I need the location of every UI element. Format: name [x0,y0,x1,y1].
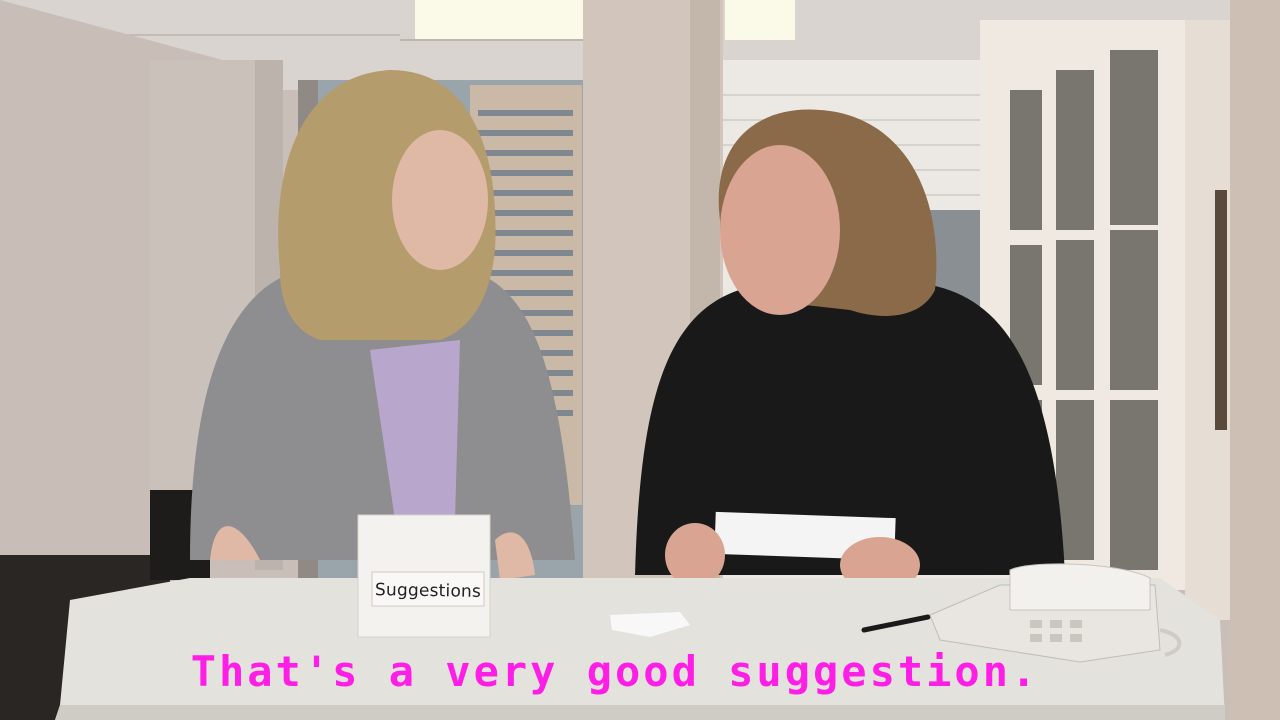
subtitle-caption: That's a very good suggestion. [190,647,1040,696]
ceiling-light-right [725,0,795,40]
video-frame: Suggestions That's a very good suggestio… [0,0,1280,720]
office-scene [0,0,1280,720]
ceiling-light [415,0,585,40]
suggestion-box-label: Suggestions [374,580,482,602]
